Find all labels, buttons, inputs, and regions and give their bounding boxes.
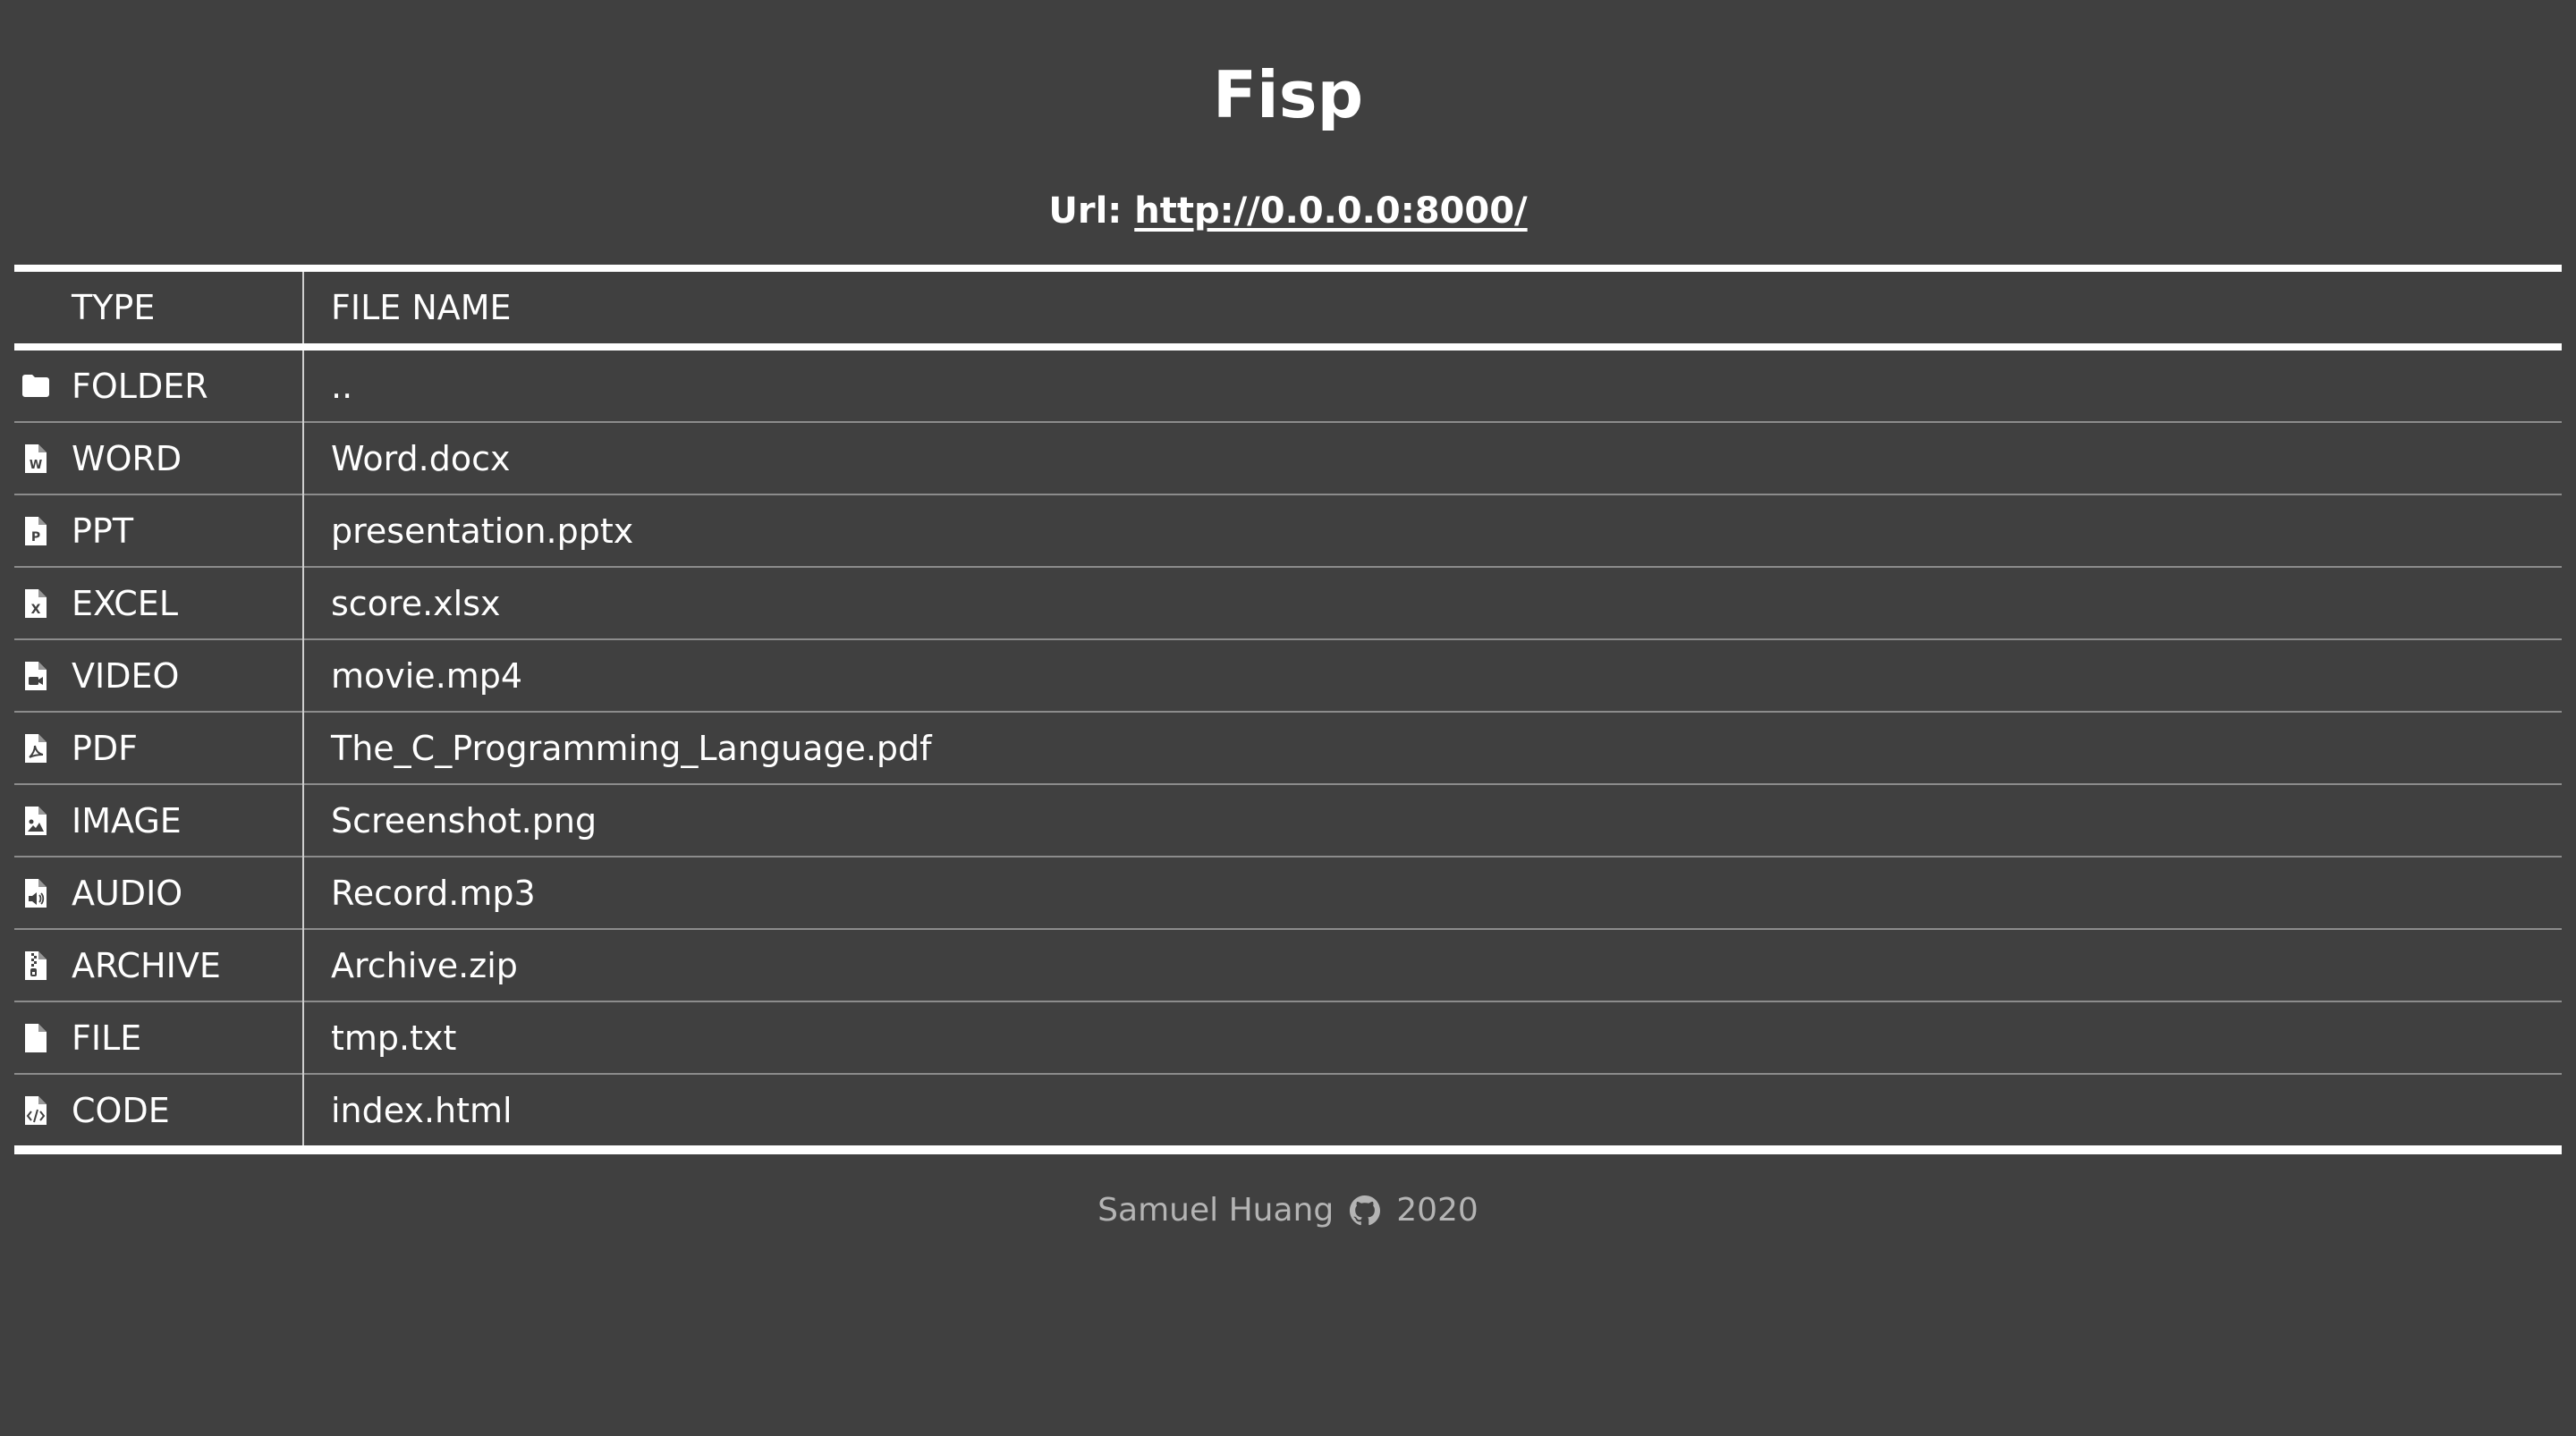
table-row[interactable]: W WORD Word.docx (14, 422, 2562, 494)
type-label: FOLDER (72, 366, 208, 406)
folder-icon (14, 368, 72, 404)
table-row[interactable]: VIDEO movie.mp4 (14, 639, 2562, 712)
type-cell-content: IMAGE (14, 801, 302, 840)
file-name-link[interactable]: Word.docx (303, 422, 2562, 494)
type-label: WORD (72, 438, 182, 478)
file-name-link[interactable]: presentation.pptx (303, 494, 2562, 567)
server-url-link[interactable]: http://0.0.0.0:8000/ (1134, 190, 1527, 232)
code-file-icon (14, 1093, 72, 1128)
footer-year: 2020 (1396, 1192, 1479, 1229)
type-cell: ARCHIVE (14, 929, 304, 1001)
type-label: IMAGE (72, 800, 182, 840)
table-row[interactable]: FILE tmp.txt (14, 1001, 2562, 1074)
image-file-icon (14, 803, 72, 839)
type-label: VIDEO (72, 655, 180, 696)
audio-file-icon (14, 875, 72, 911)
powerpoint-file-icon: P (14, 513, 72, 549)
file-name-link[interactable]: score.xlsx (303, 567, 2562, 639)
excel-file-icon: X (14, 586, 72, 621)
file-name-link[interactable]: The_C_Programming_Language.pdf (303, 712, 2562, 784)
file-name-link[interactable]: .. (303, 347, 2562, 422)
type-cell: PDF (14, 712, 304, 784)
type-label: PPT (72, 511, 134, 551)
type-cell: CODE (14, 1074, 304, 1150)
type-cell-content: FILE (14, 1018, 302, 1058)
type-cell-content: FOLDER (14, 367, 302, 406)
type-cell: VIDEO (14, 639, 304, 712)
table-row[interactable]: PDF The_C_Programming_Language.pdf (14, 712, 2562, 784)
type-cell-content: P PPT (14, 511, 302, 551)
file-name-link[interactable]: movie.mp4 (303, 639, 2562, 712)
type-cell: X EXCEL (14, 567, 304, 639)
file-name-column-header: FILE NAME (331, 288, 512, 327)
type-label: CODE (72, 1090, 170, 1130)
file-name-link[interactable]: Record.mp3 (303, 857, 2562, 929)
archive-file-icon (14, 948, 72, 984)
type-label: AUDIO (72, 873, 183, 913)
url-line: Url: http://0.0.0.0:8000/ (0, 184, 2576, 238)
type-cell-content: VIDEO (14, 656, 302, 696)
table-row[interactable]: P PPT presentation.pptx (14, 494, 2562, 567)
type-label: EXCEL (72, 583, 178, 623)
type-cell-content: AUDIO (14, 874, 302, 913)
type-cell: W WORD (14, 422, 304, 494)
type-label: ARCHIVE (72, 945, 221, 985)
file-name-link[interactable]: Screenshot.png (303, 784, 2562, 857)
word-file-icon: W (14, 441, 72, 477)
url-label: Url: (1048, 190, 1123, 232)
file-name-link[interactable]: index.html (303, 1074, 2562, 1150)
table-row[interactable]: CODE index.html (14, 1074, 2562, 1150)
github-icon[interactable] (1350, 1195, 1381, 1226)
table-header-row: TYPE FILE NAME (14, 268, 2562, 347)
svg-text:X: X (31, 603, 41, 617)
type-cell: FILE (14, 1001, 304, 1074)
table-row[interactable]: AUDIO Record.mp3 (14, 857, 2562, 929)
video-file-icon (14, 658, 72, 694)
type-label: FILE (72, 1018, 142, 1058)
pdf-file-icon (14, 731, 72, 766)
type-cell-content: PDF (14, 729, 302, 768)
type-cell-content: ARCHIVE (14, 946, 302, 985)
type-cell: P PPT (14, 494, 304, 567)
footer: Samuel Huang 2020 (0, 1186, 2576, 1236)
table-row[interactable]: IMAGE Screenshot.png (14, 784, 2562, 857)
file-table: TYPE FILE NAME FOLDER.. W WORD Word.docx P PP… (14, 265, 2562, 1154)
page-title: Fisp (1212, 57, 1364, 132)
type-cell: IMAGE (14, 784, 304, 857)
svg-text:W: W (30, 459, 42, 472)
file-icon (14, 1020, 72, 1056)
type-label: PDF (72, 728, 139, 768)
type-column-header: TYPE (14, 268, 304, 347)
type-cell-content: W WORD (14, 439, 302, 478)
table-row[interactable]: X EXCEL score.xlsx (14, 567, 2562, 639)
file-name-link[interactable]: Archive.zip (303, 929, 2562, 1001)
table-row[interactable]: FOLDER.. (14, 347, 2562, 422)
type-cell: AUDIO (14, 857, 304, 929)
svg-text:P: P (31, 530, 40, 545)
footer-author: Samuel Huang (1097, 1192, 1335, 1229)
type-cell-content: CODE (14, 1091, 302, 1130)
type-cell: FOLDER (14, 347, 304, 422)
type-cell-content: X EXCEL (14, 584, 302, 623)
table-row[interactable]: ARCHIVE Archive.zip (14, 929, 2562, 1001)
file-name-link[interactable]: tmp.txt (303, 1001, 2562, 1074)
